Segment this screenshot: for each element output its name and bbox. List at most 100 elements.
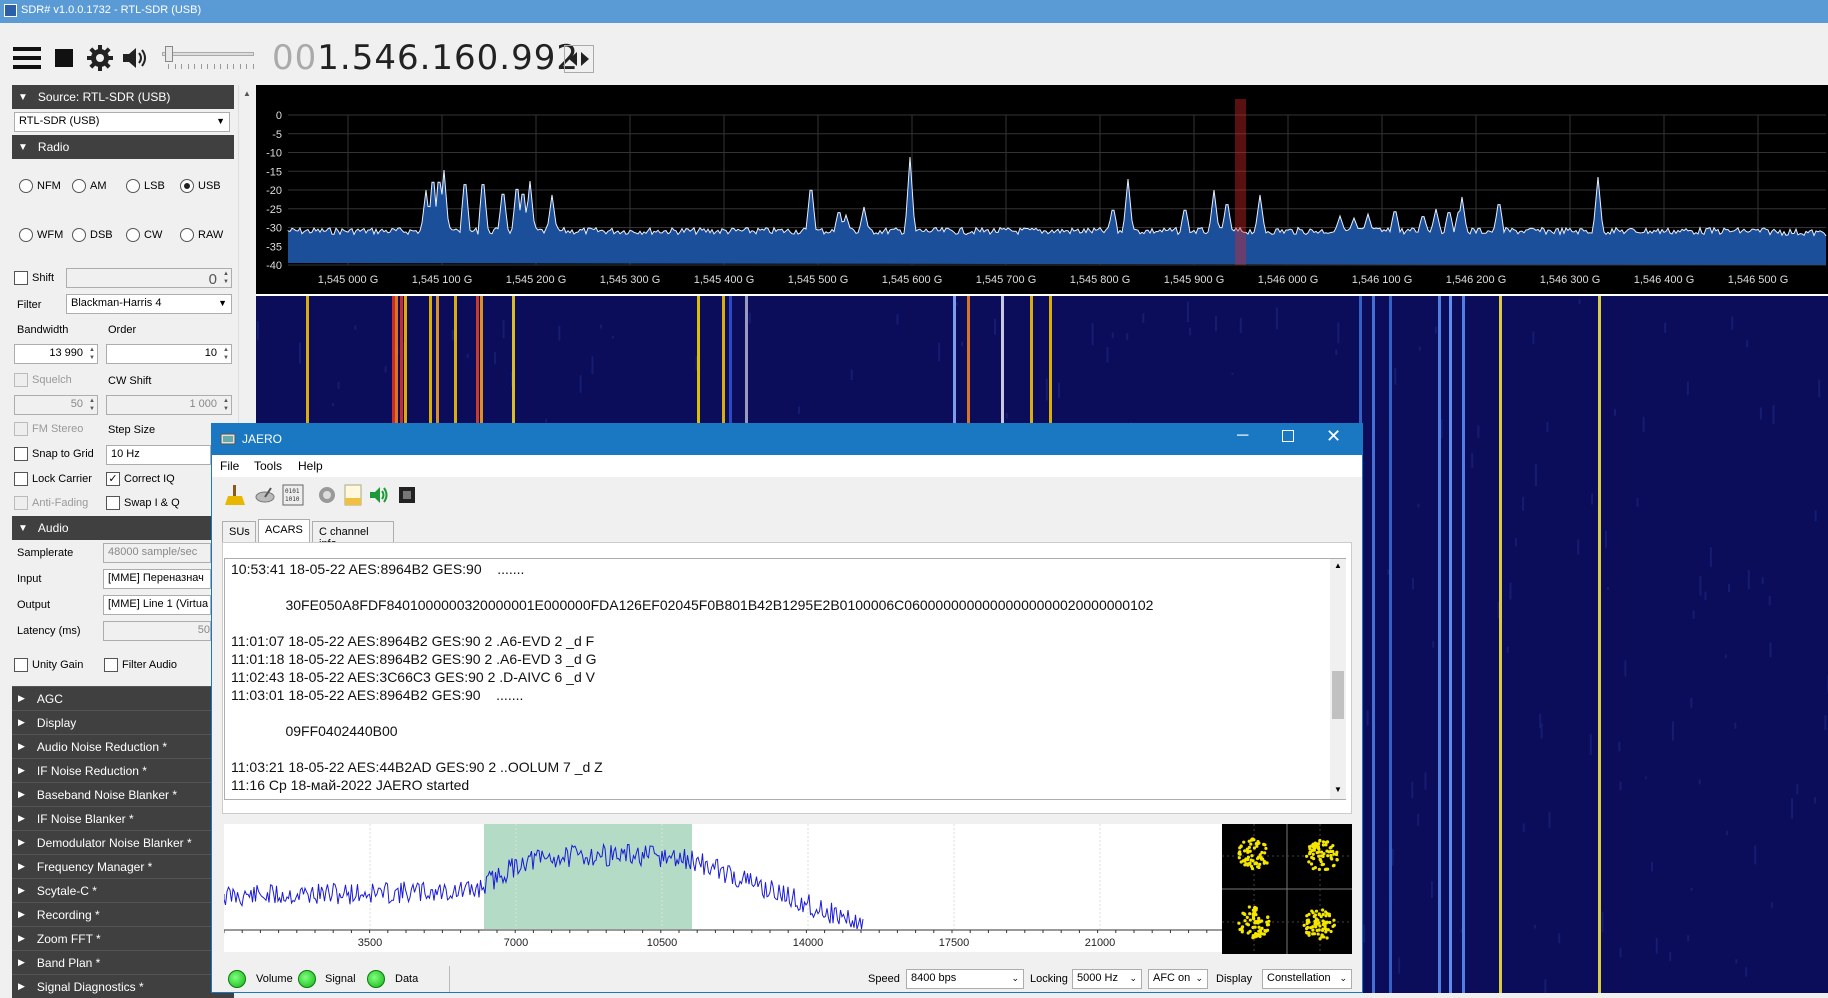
filter-audio-checkbox[interactable]: Filter Audio xyxy=(104,658,177,672)
plugin-if-noise-blanker[interactable]: ▶ IF Noise Blanker * xyxy=(12,806,234,830)
fmstereo-checkbox[interactable]: FM Stereo xyxy=(14,422,83,436)
sound-on-icon[interactable] xyxy=(368,484,390,506)
menu-tools[interactable]: Tools xyxy=(254,459,282,473)
frequency-display[interactable]: 001.546.160.992 xyxy=(272,38,579,78)
minimize-icon[interactable]: ─ xyxy=(1237,427,1248,445)
afc-select[interactable]: AFC on ⌄ xyxy=(1148,969,1208,989)
jaero-signal-spectrum[interactable]: 3500 7000 10500 14000 17500 21000 xyxy=(223,824,1226,952)
swap-iq-checkbox[interactable]: Swap I & Q xyxy=(106,496,180,510)
waterfall-noise xyxy=(1091,323,1094,346)
scroll-down-icon[interactable]: ▼ xyxy=(1334,785,1342,794)
latency-spinbox[interactable]: 50 xyxy=(103,621,211,641)
plugin-agc[interactable]: ▶ AGC xyxy=(12,686,234,710)
constellation-point xyxy=(1256,839,1260,844)
lock-carrier-checkbox[interactable]: Lock Carrier xyxy=(14,472,92,486)
waterfall-noise xyxy=(1636,498,1639,507)
chip-icon[interactable] xyxy=(396,484,418,506)
squelch-spinbox[interactable]: 50 ▲ ▼ xyxy=(14,395,98,415)
plugin-baseband-noise-blanker[interactable]: ▶ Baseband Noise Blanker * xyxy=(12,782,234,806)
plugin-frequency-manager[interactable]: ▶ Frequency Manager * xyxy=(12,854,234,878)
mode-radio-usb[interactable]: USB xyxy=(180,179,221,193)
mode-radio-raw[interactable]: RAW xyxy=(180,228,223,242)
plugin-signal-diagnostics[interactable]: ▶ Signal Diagnostics * xyxy=(12,974,234,998)
unity-gain-checkbox[interactable]: Unity Gain xyxy=(14,658,83,672)
correct-iq-checkbox[interactable]: ✓ Correct IQ xyxy=(106,472,175,486)
source-device-select[interactable]: RTL-SDR (USB) ▼ xyxy=(14,112,230,132)
mode-radio-am[interactable]: AM xyxy=(72,179,107,193)
squelch-checkbox[interactable]: Squelch xyxy=(14,373,72,387)
menu-button[interactable] xyxy=(10,41,44,75)
scroll-thumb[interactable] xyxy=(1332,671,1344,719)
audio-header-label: Audio xyxy=(37,521,69,535)
volume-slider[interactable] xyxy=(162,52,254,56)
mode-radio-wfm[interactable]: WFM xyxy=(19,228,63,242)
stop-button[interactable] xyxy=(47,41,81,75)
acars-log[interactable]: ▲ ▼ 10:53:41 18-05-22 AES:8964B2 GES:90 … xyxy=(224,558,1346,800)
plugin-audio-noise-reduction[interactable]: ▶ Audio Noise Reduction * xyxy=(12,734,234,758)
mode-radio-lsb[interactable]: LSB xyxy=(126,179,165,193)
log-file-icon[interactable] xyxy=(342,484,364,506)
scroll-up-icon[interactable]: ▲ xyxy=(1334,561,1342,570)
tab-sus[interactable]: SUs xyxy=(222,521,256,543)
display-select[interactable]: Constellation ⌄ xyxy=(1262,969,1352,989)
volume-slider-thumb[interactable] xyxy=(165,46,173,62)
plugin-recording[interactable]: ▶ Recording * xyxy=(12,902,234,926)
waterfall-noise xyxy=(1231,372,1234,375)
tab-acars[interactable]: ACARS xyxy=(258,519,310,543)
settings-gear-icon[interactable] xyxy=(316,484,338,506)
menu-file[interactable]: File xyxy=(220,459,239,473)
mode-radio-dsb[interactable]: DSB xyxy=(72,228,113,242)
plugin-scytale-c[interactable]: ▶ Scytale-C * xyxy=(12,878,234,902)
snap-to-grid-checkbox[interactable]: Snap to Grid xyxy=(14,447,94,461)
settings-button[interactable] xyxy=(83,41,117,75)
menu-help[interactable]: Help xyxy=(298,459,323,473)
filter-select[interactable]: Blackman-Harris 4 ▼ xyxy=(66,294,232,314)
order-spinbox[interactable]: 10 ▲ ▼ xyxy=(106,344,232,364)
input-select[interactable]: [MME] Переназнач xyxy=(103,569,211,589)
plugin-if-noise-reduction[interactable]: ▶ IF Noise Reduction * xyxy=(12,758,234,782)
audio-header[interactable]: ▼ Audio xyxy=(12,516,234,540)
plugin-label: Frequency Manager * xyxy=(36,859,153,874)
cwshift-spinbox[interactable]: 1 000 ▲ ▼ xyxy=(106,395,232,415)
waterfall-noise xyxy=(1618,741,1621,752)
waterfall-noise xyxy=(1214,315,1217,332)
locking-select[interactable]: 5000 Hz ⌄ xyxy=(1072,969,1142,989)
acars-log-scrollbar[interactable]: ▲ ▼ xyxy=(1330,559,1346,799)
svg-text:0101: 0101 xyxy=(285,488,300,495)
x-tick-label: 1,546 000 G xyxy=(1258,274,1319,286)
plugin-label: Display xyxy=(36,715,77,730)
tune-arrows-button[interactable] xyxy=(564,45,594,73)
anti-fading-checkbox[interactable]: Anti-Fading xyxy=(14,496,88,510)
speed-select[interactable]: 8400 bps ⌄ xyxy=(906,969,1024,989)
plugin-demodulator-noise-blanker[interactable]: ▶ Demodulator Noise Blanker * xyxy=(12,830,234,854)
constellation-point xyxy=(1256,856,1260,860)
spectrum-analyzer[interactable]: 0 -5 -10 -15 -20 -25 -30 -35 -40 1,545 000 G 1,545… xyxy=(256,85,1828,295)
mute-button[interactable] xyxy=(118,41,152,75)
satellite-dish-icon[interactable] xyxy=(254,484,276,506)
mode-radio-cw[interactable]: CW xyxy=(126,228,162,242)
bandwidth-spinbox[interactable]: 13 990 ▲ ▼ xyxy=(14,344,98,364)
output-select[interactable]: [MME] Line 1 (Virtua xyxy=(103,595,211,615)
binary-data-icon[interactable]: 01011010 xyxy=(282,484,304,506)
broom-icon[interactable] xyxy=(224,484,246,506)
shift-spinbox[interactable]: 0 ▲ ▼ xyxy=(66,268,232,288)
scroll-up-icon[interactable]: ▲ xyxy=(243,89,251,98)
order-label: Order xyxy=(108,324,137,336)
plugin-display[interactable]: ▶ Display xyxy=(12,710,234,734)
constellation-point xyxy=(1335,850,1339,854)
tab-c-channel-info[interactable]: C channel info xyxy=(312,521,394,550)
constellation-point xyxy=(1237,921,1241,925)
plugin-band-plan[interactable]: ▶ Band Plan * xyxy=(12,950,234,974)
x-tick-label: 1,545 100 G xyxy=(412,274,473,286)
maximize-icon[interactable] xyxy=(1282,430,1294,442)
samplerate-select[interactable]: 48000 sample/sec xyxy=(103,543,211,563)
constellation-point xyxy=(1260,926,1264,930)
constellation-point xyxy=(1242,840,1246,844)
mode-radio-nfm[interactable]: NFM xyxy=(19,179,61,193)
step-size-select[interactable]: 10 Hz xyxy=(106,445,211,465)
shift-checkbox[interactable]: Shift xyxy=(14,271,54,285)
source-header[interactable]: ▼ Source: RTL-SDR (USB) xyxy=(12,85,234,109)
close-icon[interactable]: ✕ xyxy=(1326,426,1341,447)
radio-header[interactable]: ▼ Radio xyxy=(12,135,234,159)
plugin-zoom-fft[interactable]: ▶ Zoom FFT * xyxy=(12,926,234,950)
